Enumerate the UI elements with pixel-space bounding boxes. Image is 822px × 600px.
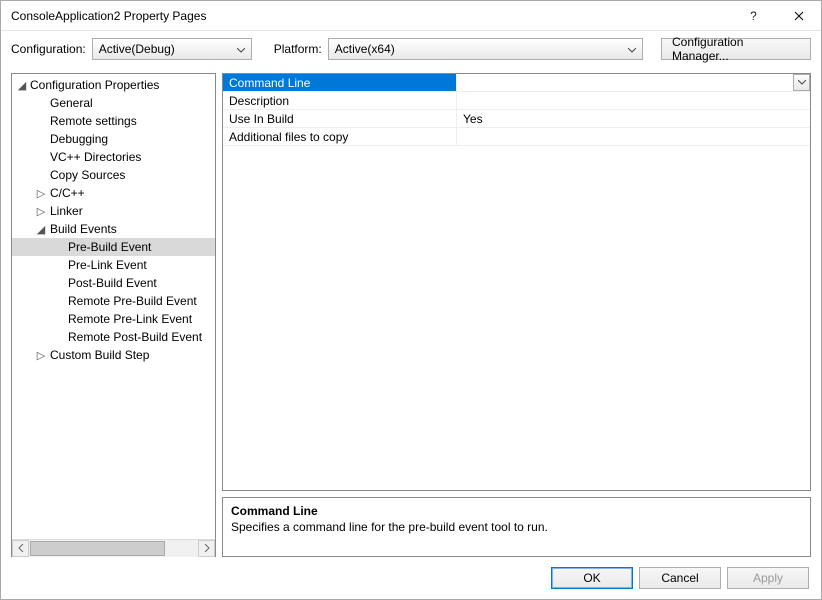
property-row[interactable]: Use In BuildYes — [223, 110, 810, 128]
tree-item[interactable]: ◢Build Events — [12, 220, 215, 238]
tree-item-label: Remote settings — [48, 114, 139, 128]
expand-icon[interactable]: ◢ — [34, 223, 48, 236]
help-button[interactable]: ? — [731, 1, 776, 31]
chevron-left-icon — [18, 544, 24, 552]
expand-icon[interactable]: ▷ — [34, 205, 48, 218]
tree-item[interactable]: General — [12, 94, 215, 112]
scrollbar-thumb[interactable] — [30, 541, 165, 556]
tree-item-label: VC++ Directories — [48, 150, 143, 164]
chevron-down-icon — [237, 42, 245, 56]
property-panel: Command LineDescriptionUse In BuildYesAd… — [222, 73, 811, 557]
dialog-body: ◢Configuration Properties General Remote s… — [1, 67, 821, 557]
close-icon — [794, 11, 804, 21]
cancel-button[interactable]: Cancel — [639, 567, 721, 589]
tree-item-label: Debugging — [48, 132, 110, 146]
tree-item-label: Remote Pre-Link Event — [66, 312, 194, 326]
property-value[interactable] — [457, 92, 810, 110]
configuration-row: Configuration: Active(Debug) Platform: A… — [1, 31, 821, 67]
tree-item[interactable]: Pre-Build Event — [12, 238, 215, 256]
tree-item-label: Pre-Link Event — [66, 258, 149, 272]
platform-label: Platform: — [274, 42, 322, 56]
tree-item[interactable]: ▷C/C++ — [12, 184, 215, 202]
chevron-down-icon — [628, 42, 636, 56]
tree-item-label: Remote Post-Build Event — [66, 330, 204, 344]
dialog-footer: OK Cancel Apply — [1, 557, 821, 599]
platform-value: Active(x64) — [335, 42, 395, 56]
tree-item-label: Pre-Build Event — [66, 240, 153, 254]
description-title: Command Line — [231, 504, 802, 518]
property-name: Use In Build — [223, 110, 457, 128]
close-button[interactable] — [776, 1, 821, 31]
tree-item[interactable]: VC++ Directories — [12, 148, 215, 166]
tree-item-label: General — [48, 96, 95, 110]
tree-item[interactable]: ▷Custom Build Step — [12, 346, 215, 364]
property-pages-dialog: ConsoleApplication2 Property Pages ? Con… — [0, 0, 822, 600]
configuration-tree[interactable]: ◢Configuration Properties General Remote s… — [12, 74, 215, 539]
tree-item-label: Post-Build Event — [66, 276, 159, 290]
property-value[interactable] — [457, 128, 810, 146]
tree-panel: ◢Configuration Properties General Remote s… — [11, 73, 216, 557]
tree-item[interactable]: Remote Pre-Build Event — [12, 292, 215, 310]
tree-item[interactable]: Pre-Link Event — [12, 256, 215, 274]
expand-icon[interactable]: ▷ — [34, 187, 48, 200]
horizontal-scrollbar[interactable] — [12, 539, 215, 556]
tree-item[interactable]: Debugging — [12, 130, 215, 148]
tree-item-label: Remote Pre-Build Event — [66, 294, 199, 308]
configuration-manager-button[interactable]: Configuration Manager... — [661, 38, 811, 60]
property-grid[interactable]: Command LineDescriptionUse In BuildYesAd… — [222, 73, 811, 491]
property-row[interactable]: Additional files to copy — [223, 128, 810, 146]
property-name: Command Line — [223, 74, 457, 92]
description-box: Command Line Specifies a command line fo… — [222, 497, 811, 557]
description-text: Specifies a command line for the pre-bui… — [231, 520, 802, 534]
scrollbar-track[interactable] — [29, 540, 198, 557]
window-title: ConsoleApplication2 Property Pages — [11, 9, 731, 23]
property-row[interactable]: Description — [223, 92, 810, 110]
property-row[interactable]: Command Line — [223, 74, 810, 92]
platform-combo[interactable]: Active(x64) — [328, 38, 643, 60]
property-name: Additional files to copy — [223, 128, 457, 146]
chevron-down-icon — [798, 80, 806, 85]
configuration-value: Active(Debug) — [99, 42, 175, 56]
titlebar: ConsoleApplication2 Property Pages ? — [1, 1, 821, 31]
tree-item[interactable]: Remote settings — [12, 112, 215, 130]
property-dropdown-button[interactable] — [793, 74, 810, 91]
property-name: Description — [223, 92, 457, 110]
tree-item-label: Copy Sources — [48, 168, 127, 182]
tree-item[interactable]: Remote Pre-Link Event — [12, 310, 215, 328]
apply-button[interactable]: Apply — [727, 567, 809, 589]
tree-item[interactable]: Remote Post-Build Event — [12, 328, 215, 346]
scroll-left-button[interactable] — [12, 540, 29, 557]
property-value[interactable]: Yes — [457, 110, 810, 128]
configuration-label: Configuration: — [11, 42, 86, 56]
tree-item-label: Linker — [48, 204, 85, 218]
chevron-right-icon — [204, 544, 210, 552]
tree-item[interactable]: Copy Sources — [12, 166, 215, 184]
tree-item-label: Custom Build Step — [48, 348, 151, 362]
expand-icon[interactable]: ▷ — [34, 349, 48, 362]
ok-button[interactable]: OK — [551, 567, 633, 589]
tree-item-label: Build Events — [48, 222, 119, 236]
tree-item[interactable]: ▷Linker — [12, 202, 215, 220]
tree-item-label: C/C++ — [48, 186, 87, 200]
help-icon: ? — [750, 9, 757, 23]
property-value[interactable] — [457, 74, 810, 92]
collapse-icon: ◢ — [16, 79, 28, 92]
tree-root[interactable]: ◢Configuration Properties — [12, 76, 215, 94]
scroll-right-button[interactable] — [198, 540, 215, 557]
configuration-combo[interactable]: Active(Debug) — [92, 38, 252, 60]
tree-item[interactable]: Post-Build Event — [12, 274, 215, 292]
